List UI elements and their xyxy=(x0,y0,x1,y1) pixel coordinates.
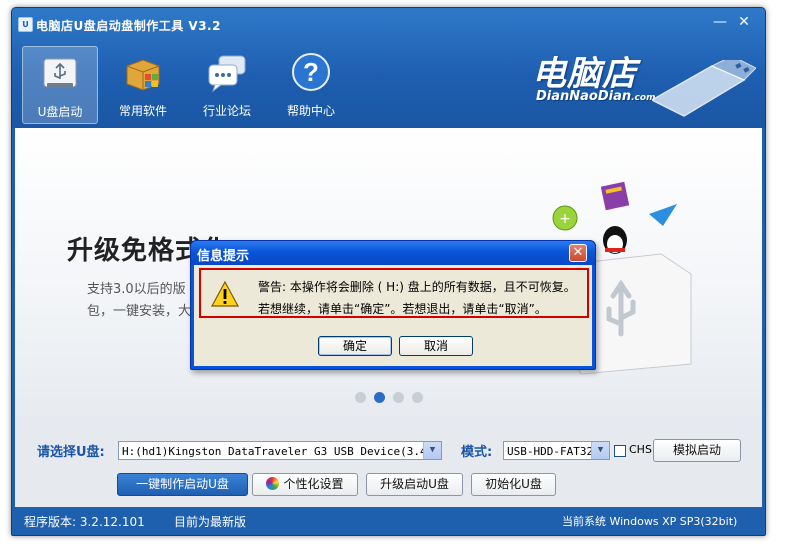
banner-text-line1: 支持3.0以后的版 xyxy=(87,282,186,297)
svg-text:?: ? xyxy=(303,57,319,87)
minimize-button[interactable]: — xyxy=(709,13,731,31)
color-wheel-icon xyxy=(266,477,280,490)
personalize-label: 个性化设置 xyxy=(283,477,344,491)
toolbar-label: 常用软件 xyxy=(118,104,167,118)
mode-select[interactable]: USB-HDD-FAT32 ▼ xyxy=(503,441,610,460)
warning-line1: 警告: 本操作将会删除 ( H:) 盘上的所有数据，且不可恢复。 xyxy=(258,280,576,294)
brand-logo: 电脑店 xyxy=(532,54,637,94)
usb-drive-icon xyxy=(43,58,77,88)
close-button[interactable]: ✕ xyxy=(733,13,755,31)
toolbar-item-help[interactable]: ? 帮助中心 xyxy=(274,46,348,122)
status-bar: 程序版本: 3.2.12.101 目前为最新版 当前系统 Windows XP … xyxy=(12,507,765,535)
ok-button[interactable]: 确定 xyxy=(318,336,392,356)
svg-text:+: + xyxy=(559,211,571,227)
app-icon: U xyxy=(18,17,33,32)
select-usb-label: 请选择U盘: xyxy=(37,445,105,460)
toolbar-item-forum[interactable]: 行业论坛 xyxy=(190,46,264,122)
toolbar-item-usb-boot[interactable]: U盘启动 xyxy=(22,46,98,124)
initialize-usb-button[interactable]: 初始化U盘 xyxy=(471,473,556,496)
chs-label: CHS xyxy=(629,443,652,456)
control-panel: 请选择U盘: H:(hd1)Kingston DataTraveler G3 U… xyxy=(15,424,762,507)
dialog-title: 信息提示 xyxy=(197,249,250,264)
brand-site: DianNaoDian.com xyxy=(536,89,655,104)
chevron-down-icon[interactable]: ▼ xyxy=(423,442,441,459)
update-status-text: 目前为最新版 xyxy=(174,515,247,529)
dialog-body: 警告: 本操作将会删除 ( H:) 盘上的所有数据，且不可恢复。 若想继续，请单… xyxy=(194,265,592,366)
personalize-button[interactable]: 个性化设置 xyxy=(252,473,358,496)
warning-message-box: 警告: 本操作将会删除 ( H:) 盘上的所有数据，且不可恢复。 若想继续，请单… xyxy=(199,268,589,318)
carousel-dot[interactable] xyxy=(355,392,366,403)
carousel-dot[interactable] xyxy=(412,392,423,403)
software-box-icon xyxy=(126,59,160,91)
usb-stick-logo-icon xyxy=(652,60,756,117)
mode-value: USB-HDD-FAT32 xyxy=(507,445,594,458)
info-dialog: 信息提示 ✕ 警告: 本操作将会删除 ( H:) 盘上的所有数据，且不可恢复。 … xyxy=(190,240,596,370)
toolbar-label: U盘启动 xyxy=(37,105,83,119)
carousel-dot-active[interactable] xyxy=(374,392,385,403)
chevron-down-icon[interactable]: ▼ xyxy=(591,442,609,459)
toolbar-label: 行业论坛 xyxy=(202,104,251,118)
header: U 电脑店U盘启动盘制作工具 V3.2 — ✕ U盘启动 常用软件 行业论坛 ?… xyxy=(12,8,765,128)
window-title: 电脑店U盘启动盘制作工具 V3.2 xyxy=(36,19,221,33)
simulate-boot-button[interactable]: 模拟启动 xyxy=(653,439,741,462)
toolbar-label: 帮助中心 xyxy=(286,104,335,118)
usb-device-value: H:(hd1)Kingston DataTraveler G3 USB Devi… xyxy=(122,445,440,458)
make-boot-usb-button[interactable]: 一键制作启动U盘 xyxy=(117,473,248,496)
upgrade-usb-button[interactable]: 升级启动U盘 xyxy=(366,473,463,496)
dialog-titlebar xyxy=(191,241,595,265)
banner-text-line2: 包，一键安装，大 xyxy=(87,304,192,319)
version-text: 程序版本: 3.2.12.101 xyxy=(24,515,145,529)
chat-bubbles-icon xyxy=(208,55,246,92)
bird-icon xyxy=(649,204,677,226)
carousel-dot[interactable] xyxy=(393,392,404,403)
dialog-close-icon[interactable]: ✕ xyxy=(569,244,587,262)
warning-line2: 若想继续，请单击“确定”。若想退出，请单击“取消”。 xyxy=(258,302,547,316)
warning-icon xyxy=(211,281,239,307)
chs-checkbox[interactable] xyxy=(614,445,626,457)
system-info-text: 当前系统 Windows XP SP3(32bit) xyxy=(562,515,738,528)
cancel-button[interactable]: 取消 xyxy=(399,336,473,356)
help-question-icon: ? xyxy=(292,53,330,91)
usb-device-select[interactable]: H:(hd1)Kingston DataTraveler G3 USB Devi… xyxy=(118,441,442,460)
carousel-dots xyxy=(355,392,431,406)
archive-icon xyxy=(600,181,630,211)
toolbar-item-software[interactable]: 常用软件 xyxy=(106,46,180,122)
brand-site-main: DianNaoDian xyxy=(536,89,632,104)
mode-label: 模式: xyxy=(461,445,493,460)
